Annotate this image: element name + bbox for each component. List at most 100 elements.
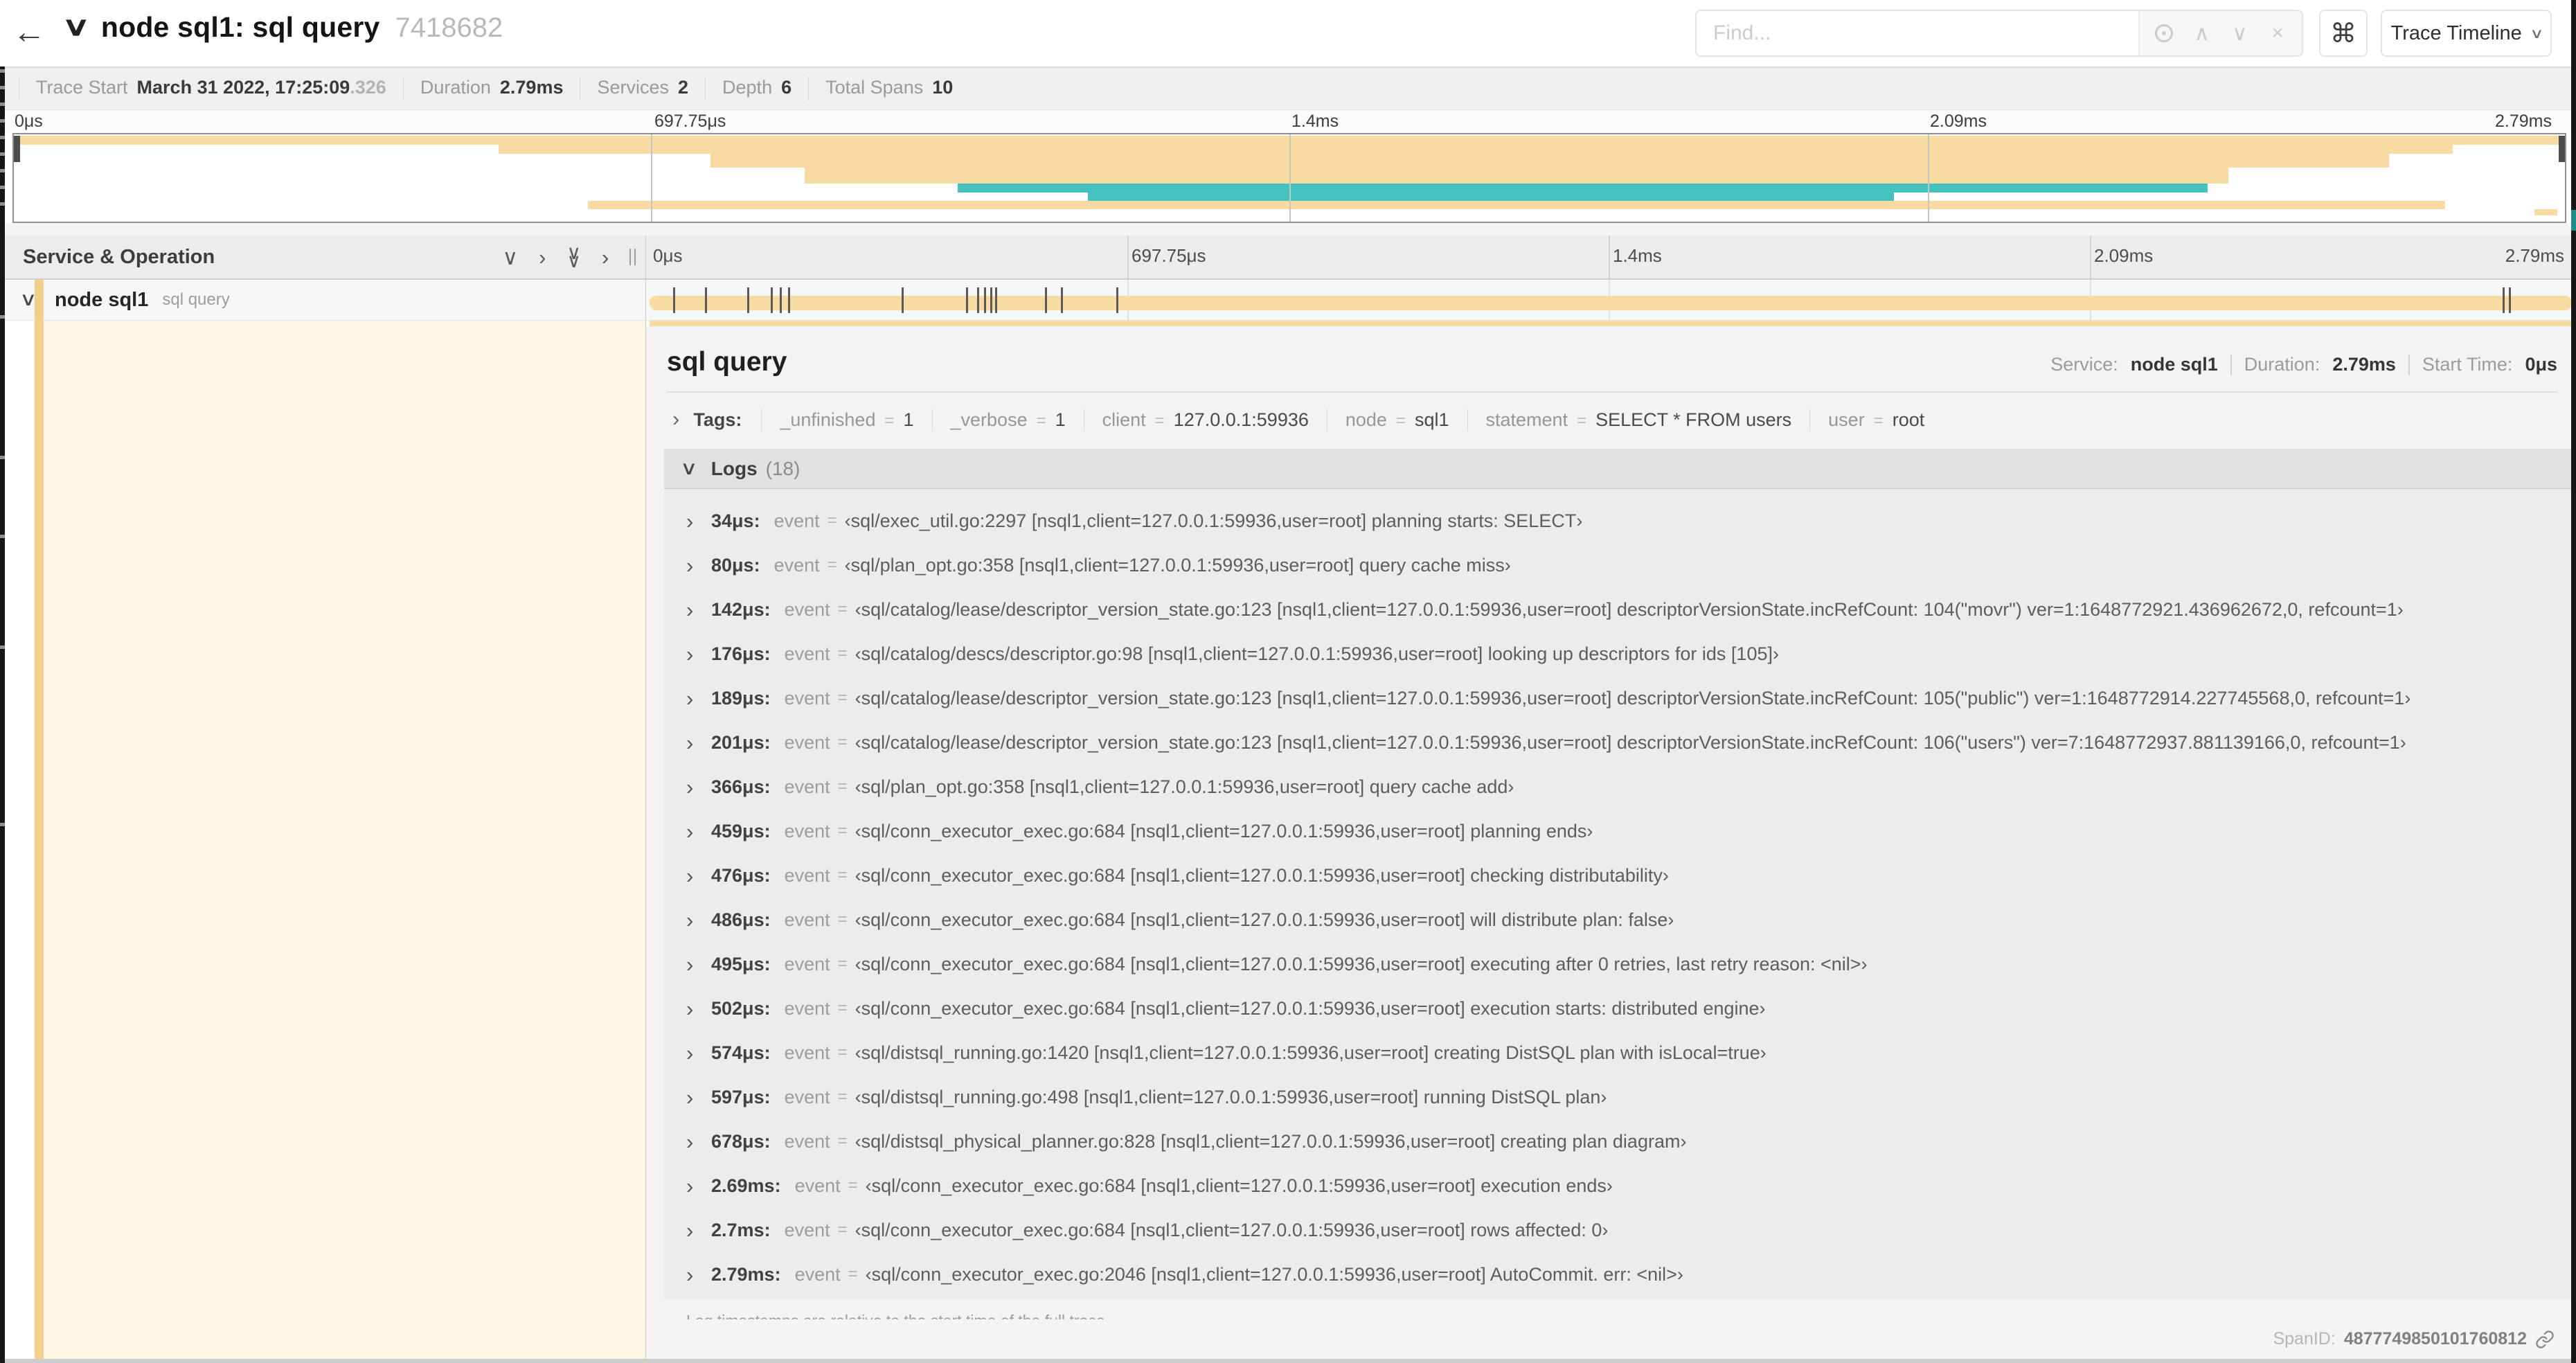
span-detail-panel: sql query Service: node sql1 Duration: 2…	[646, 326, 2571, 1345]
find-input[interactable]	[1697, 11, 2138, 55]
chevron-right-icon[interactable]: ›	[686, 1264, 711, 1285]
log-field-key: event	[794, 1175, 841, 1196]
log-field-key: event	[784, 1086, 830, 1107]
chevron-right-icon[interactable]: ›	[686, 599, 711, 621]
log-row[interactable]: › 2.79ms event = ‹sql/conn_executor_exec…	[664, 1252, 2571, 1297]
tag-value: 1	[903, 409, 914, 430]
keyboard-shortcuts-button[interactable]: ⌘	[2319, 10, 2368, 57]
span-row-timeline[interactable]	[646, 280, 2573, 321]
chevron-right-icon[interactable]: ›	[686, 909, 711, 931]
chevron-right-icon[interactable]: ›	[686, 732, 711, 754]
chevron-right-icon[interactable]: ›	[686, 954, 711, 975]
log-row[interactable]: › 502μs event = ‹sql/conn_executor_exec.…	[664, 986, 2571, 1031]
row-collapse-controls: ∨ › ∨∨ ››	[502, 243, 611, 270]
info-label: Total Spans	[825, 77, 924, 98]
log-row[interactable]: › 495μs event = ‹sql/conn_executor_exec.…	[664, 942, 2571, 986]
trace-minimap[interactable]	[12, 133, 2566, 223]
log-row[interactable]: › 2.69ms event = ‹sql/conn_executor_exec…	[664, 1164, 2571, 1208]
log-event-value: ‹sql/distsql_physical_planner.go:828 [ns…	[855, 1130, 1687, 1152]
log-row[interactable]: › 597μs event = ‹sql/distsql_running.go:…	[664, 1075, 2571, 1119]
info-value: 10	[932, 77, 954, 98]
axis-tick-label: 0μs	[653, 245, 683, 266]
minimap-left-handle[interactable]	[14, 136, 20, 162]
info-suffix: .326	[350, 77, 386, 98]
tags-row[interactable]: › Tags: _unfinished = 1 _verbose = 1 cli…	[646, 393, 2571, 431]
log-equals: =	[837, 999, 848, 1017]
axis-tick-label: 2.79ms	[2495, 112, 2552, 131]
trace-info-item: Duration 2.79ms	[402, 77, 580, 100]
log-event-value: ‹sql/catalog/lease/descriptor_version_st…	[855, 598, 2404, 620]
chevron-right-icon[interactable]: ›	[686, 998, 711, 1019]
log-row[interactable]: › 80μs event = ‹sql/plan_opt.go:358 [nsq…	[664, 543, 2571, 587]
tag-item: node = sql1	[1326, 409, 1467, 431]
chevron-right-icon[interactable]: ›	[686, 1175, 711, 1197]
minimap-right-handle[interactable]	[2559, 136, 2565, 162]
log-row[interactable]: › 678μs event = ‹sql/distsql_physical_pl…	[664, 1119, 2571, 1164]
link-icon[interactable]	[2535, 1330, 2555, 1349]
log-row[interactable]: › 486μs event = ‹sql/conn_executor_exec.…	[664, 898, 2571, 942]
left-scrollbar-strip[interactable]	[0, 66, 5, 1363]
log-row[interactable]: › 201μs event = ‹sql/catalog/lease/descr…	[664, 720, 2571, 765]
chevron-right-icon[interactable]: ›	[686, 776, 711, 798]
view-selector-button[interactable]: Trace Timeline ∨	[2381, 10, 2552, 57]
right-scrollbar-strip[interactable]	[2571, 0, 2576, 1363]
log-timestamp: 80μs	[711, 555, 760, 576]
log-field-key: event	[784, 1042, 830, 1063]
logs-header[interactable]: ∨ Logs (18)	[664, 449, 2571, 489]
trace-title-group: ∨ node sql1: sql query 7418682	[62, 11, 503, 44]
chevron-right-icon[interactable]: ›	[672, 408, 679, 429]
chevron-right-icon[interactable]: ›	[686, 821, 711, 842]
info-label: Duration	[420, 77, 491, 98]
chevron-right-icon[interactable]: ›	[686, 865, 711, 887]
span-id-value: 4877749850101760812	[2343, 1329, 2527, 1348]
span-detail-header: sql query Service: node sql1 Duration: 2…	[646, 326, 2571, 377]
log-row[interactable]: › 34μs event = ‹sql/exec_util.go:2297 [n…	[664, 499, 2571, 543]
log-row[interactable]: › 459μs event = ‹sql/conn_executor_exec.…	[664, 809, 2571, 853]
collapse-one-icon[interactable]: ∨	[502, 247, 518, 268]
chevron-right-icon[interactable]: ›	[686, 1042, 711, 1064]
chevron-down-icon[interactable]: ∨	[62, 11, 91, 42]
span-row-label[interactable]: ∨ node sql1 sql query	[5, 280, 646, 321]
log-row[interactable]: › 176μs event = ‹sql/catalog/descs/descr…	[664, 632, 2571, 676]
chevron-right-icon[interactable]: ›	[686, 688, 711, 709]
clear-find-icon[interactable]: ×	[2264, 19, 2291, 47]
tag-equals: =	[1395, 411, 1406, 430]
log-event-value: ‹sql/conn_executor_exec.go:684 [nsql1,cl…	[855, 864, 1669, 886]
chevron-right-icon[interactable]: ›	[686, 643, 711, 665]
start-time-value: 0μs	[2525, 354, 2557, 375]
chevron-right-icon[interactable]: ›	[686, 1220, 711, 1241]
log-row[interactable]: › 189μs event = ‹sql/catalog/lease/descr…	[664, 676, 2571, 720]
log-event-value: ‹sql/conn_executor_exec.go:684 [nsql1,cl…	[865, 1175, 1613, 1196]
tag-value: SELECT * FROM users	[1595, 409, 1792, 430]
expand-one-icon[interactable]: ›	[539, 247, 546, 268]
focus-target-icon[interactable]	[2150, 19, 2178, 47]
expand-all-icon[interactable]: ››	[602, 247, 611, 268]
log-row[interactable]: › 476μs event = ‹sql/conn_executor_exec.…	[664, 853, 2571, 898]
trace-info-item: Services 2	[580, 77, 705, 100]
minimap-axis: 0μs 697.75μs 1.4ms 2.09ms 2.79ms	[5, 110, 2571, 133]
log-row[interactable]: › 142μs event = ‹sql/catalog/lease/descr…	[664, 587, 2571, 632]
trace-info-item: Total Spans 10	[808, 77, 969, 100]
trace-id: 7418682	[395, 12, 503, 43]
next-result-icon[interactable]: ∨	[2226, 19, 2253, 47]
span-duration-bar[interactable]	[650, 296, 2572, 310]
chevron-right-icon[interactable]: ›	[686, 555, 711, 576]
log-field-key: event	[784, 1219, 830, 1240]
column-resizer[interactable]	[629, 249, 636, 265]
logs-count: (18)	[765, 457, 800, 479]
log-equals: =	[837, 910, 848, 929]
back-arrow-icon[interactable]: ←	[8, 10, 50, 54]
chevron-right-icon[interactable]: ›	[686, 510, 711, 532]
tags-list: _unfinished = 1 _verbose = 1 client = 12…	[761, 409, 1942, 431]
log-timestamp: 486μs	[711, 909, 771, 931]
log-event-value: ‹sql/conn_executor_exec.go:684 [nsql1,cl…	[855, 820, 1593, 841]
log-row[interactable]: › 366μs event = ‹sql/plan_opt.go:358 [ns…	[664, 765, 2571, 809]
log-row[interactable]: › 2.7ms event = ‹sql/conn_executor_exec.…	[664, 1208, 2571, 1252]
bottom-scrollbar-strip[interactable]	[5, 1359, 2571, 1363]
chevron-right-icon[interactable]: ›	[686, 1087, 711, 1108]
chevron-down-icon[interactable]: ∨	[680, 458, 698, 479]
log-row[interactable]: › 574μs event = ‹sql/distsql_running.go:…	[664, 1031, 2571, 1075]
prev-result-icon[interactable]: ∧	[2188, 19, 2216, 47]
chevron-right-icon[interactable]: ›	[686, 1131, 711, 1152]
collapse-all-icon[interactable]: ∨ ∨	[567, 243, 582, 270]
